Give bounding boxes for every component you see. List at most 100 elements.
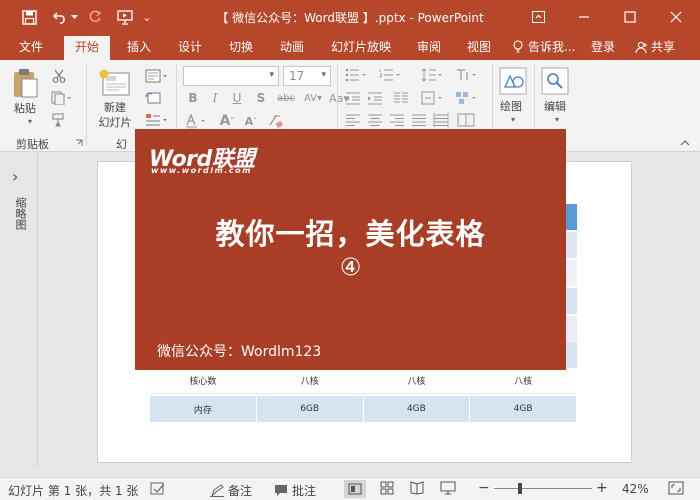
promo-card: Word联盟 www.wordlm.com 教你一招，美化表格 ④ 微信公众号：… bbox=[135, 129, 566, 370]
start-slideshow-icon[interactable] bbox=[112, 6, 138, 28]
copy-icon[interactable] bbox=[50, 90, 74, 106]
notes-button[interactable]: 备注 bbox=[210, 482, 252, 499]
tab-insert[interactable]: 插入 bbox=[116, 34, 162, 60]
font-size-combo[interactable]: 17 ▾ bbox=[283, 66, 331, 86]
tab-transitions[interactable]: 切换 bbox=[218, 34, 264, 60]
paste-button-label[interactable]: 粘贴 bbox=[14, 100, 36, 116]
cut-icon[interactable] bbox=[50, 68, 68, 84]
align-left-icon[interactable] bbox=[344, 112, 362, 128]
find-icon[interactable] bbox=[540, 66, 570, 96]
comments-button[interactable]: 批注 bbox=[274, 482, 316, 499]
share-button[interactable]: 共享 bbox=[625, 34, 685, 60]
convert-smartart-icon[interactable] bbox=[454, 90, 480, 106]
font-name-dropdown-icon[interactable]: ▾ bbox=[269, 70, 274, 80]
decrease-indent-icon[interactable] bbox=[344, 90, 362, 106]
tab-slideshow[interactable]: 幻灯片放映 bbox=[322, 34, 400, 60]
share-label: 共享 bbox=[650, 40, 675, 54]
paste-icon[interactable] bbox=[10, 66, 40, 100]
card-number: ④ bbox=[339, 253, 362, 281]
numbering-icon[interactable] bbox=[378, 66, 404, 84]
tab-home[interactable]: 开始 bbox=[64, 36, 110, 60]
section-icon[interactable] bbox=[144, 112, 170, 128]
table-cell: 6GB bbox=[257, 396, 364, 422]
new-slide-button-label[interactable]: 新建 幻灯片 bbox=[92, 100, 138, 130]
expand-thumbnails-icon[interactable]: › bbox=[12, 167, 18, 186]
spell-check-icon[interactable] bbox=[150, 481, 166, 499]
table-cell: 八核 bbox=[257, 368, 364, 393]
editing-dropdown-icon[interactable]: ▾ bbox=[551, 114, 563, 124]
zoom-level[interactable]: 42% bbox=[622, 482, 649, 496]
save-icon[interactable] bbox=[16, 6, 42, 28]
thumbnail-pane: › 缩略图 bbox=[0, 153, 38, 467]
maximize-icon[interactable] bbox=[615, 5, 645, 29]
paste-dropdown-icon[interactable]: ▾ bbox=[24, 116, 36, 126]
drawing-shapes-icon[interactable] bbox=[498, 66, 528, 96]
ribbon-display-options-icon[interactable] bbox=[523, 5, 553, 29]
table-cell: 八核 bbox=[364, 368, 471, 393]
text-direction-icon[interactable] bbox=[454, 66, 480, 84]
distributed-icon[interactable] bbox=[432, 112, 450, 128]
character-spacing-icon[interactable]: AV▾ bbox=[300, 90, 326, 106]
redo-icon[interactable] bbox=[82, 6, 108, 28]
layout-icon[interactable] bbox=[144, 68, 170, 84]
sign-in-link[interactable]: 登录 bbox=[584, 34, 622, 60]
justify-icon[interactable] bbox=[410, 112, 428, 128]
tab-review[interactable]: 审阅 bbox=[406, 34, 452, 60]
columns-layout-icon[interactable] bbox=[456, 112, 476, 128]
editing-button-label[interactable]: 编辑 bbox=[544, 98, 566, 114]
tab-design[interactable]: 设计 bbox=[167, 34, 213, 60]
window-title: 【 微信公众号：Word联盟 】.pptx - PowerPoint bbox=[216, 11, 484, 25]
reading-view-icon[interactable] bbox=[410, 481, 424, 498]
align-center-icon[interactable] bbox=[366, 112, 384, 128]
font-color-icon[interactable] bbox=[184, 112, 210, 130]
table-row: 内存 6GB 4GB 4GB bbox=[150, 396, 577, 422]
zoom-out-icon[interactable]: − bbox=[478, 480, 490, 496]
text-shadow-icon[interactable]: S bbox=[252, 90, 270, 106]
align-text-icon[interactable] bbox=[420, 90, 446, 106]
clipboard-launcher-icon[interactable] bbox=[74, 138, 84, 148]
tab-animations[interactable]: 动画 bbox=[269, 34, 315, 60]
drawing-dropdown-icon[interactable]: ▾ bbox=[507, 114, 519, 124]
zoom-slider[interactable] bbox=[494, 488, 592, 489]
tell-me-search[interactable]: 告诉我... bbox=[528, 34, 580, 60]
font-name-combo[interactable]: ▾ bbox=[183, 66, 279, 86]
strikethrough-icon[interactable]: abc bbox=[274, 90, 298, 106]
new-slide-icon[interactable] bbox=[96, 66, 134, 100]
minimize-icon[interactable] bbox=[569, 5, 599, 29]
lightbulb-icon[interactable] bbox=[510, 34, 526, 60]
normal-view-icon[interactable] bbox=[344, 480, 366, 498]
tab-view[interactable]: 视图 bbox=[456, 34, 502, 60]
comments-label: 批注 bbox=[292, 484, 317, 498]
undo-dropdown-icon[interactable] bbox=[68, 6, 80, 28]
title-bar: ⌄ 【 微信公众号：Word联盟 】.pptx - PowerPoint bbox=[0, 0, 700, 34]
close-icon[interactable] bbox=[661, 5, 691, 29]
zoom-slider-thumb[interactable] bbox=[518, 483, 522, 494]
line-spacing-icon[interactable] bbox=[420, 66, 446, 84]
drawing-button-label[interactable]: 绘图 bbox=[500, 98, 522, 114]
italic-icon[interactable]: I bbox=[206, 90, 224, 106]
table-cell: 内存 bbox=[150, 396, 257, 422]
columns-icon[interactable] bbox=[392, 90, 410, 106]
slide-sorter-icon[interactable] bbox=[380, 481, 394, 498]
reset-slide-icon[interactable] bbox=[144, 90, 162, 106]
clipboard-group-label: 剪贴板 bbox=[16, 138, 49, 151]
increase-font-size-icon[interactable]: Aˆ bbox=[216, 112, 238, 130]
zoom-in-icon[interactable]: + bbox=[596, 480, 608, 496]
customize-qat-icon[interactable]: ⌄ bbox=[138, 6, 156, 28]
collapse-ribbon-icon[interactable] bbox=[678, 138, 692, 148]
tab-file[interactable]: 文件 bbox=[8, 34, 54, 60]
underline-icon[interactable]: U bbox=[228, 90, 246, 106]
clear-formatting-icon[interactable] bbox=[266, 112, 284, 130]
font-size-value: 17 bbox=[289, 69, 305, 83]
thumbnail-pane-label[interactable]: 缩略图 bbox=[12, 197, 27, 230]
format-painter-icon[interactable] bbox=[50, 112, 68, 128]
bold-icon[interactable]: B bbox=[184, 90, 202, 106]
increase-indent-icon[interactable] bbox=[366, 90, 384, 106]
brand-logo-url: www.wordlm.com bbox=[151, 166, 252, 175]
decrease-font-size-icon[interactable]: Aˇ bbox=[240, 112, 262, 130]
font-size-dropdown-icon[interactable]: ▾ bbox=[321, 70, 326, 80]
fit-slide-icon[interactable] bbox=[668, 481, 684, 498]
align-right-icon[interactable] bbox=[388, 112, 406, 128]
bullets-icon[interactable] bbox=[344, 66, 370, 84]
slideshow-view-icon[interactable] bbox=[440, 481, 456, 498]
